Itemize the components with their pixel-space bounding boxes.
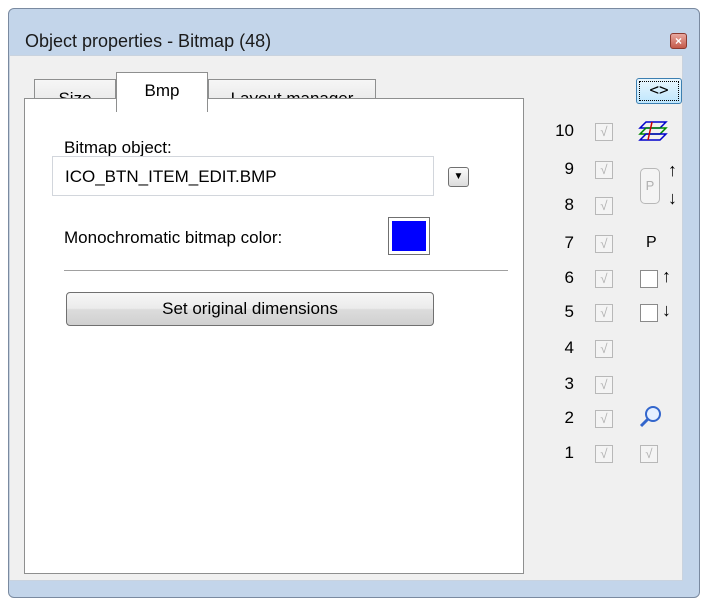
check-icon: √ bbox=[600, 271, 608, 286]
p-label: P bbox=[646, 234, 657, 251]
set-original-dimensions-button[interactable]: Set original dimensions bbox=[66, 292, 434, 326]
mono-color-label: Monochromatic bitmap color: bbox=[64, 228, 283, 247]
check-icon: √ bbox=[600, 124, 608, 139]
layer-number: 8 bbox=[564, 195, 574, 214]
window-title: Object properties - Bitmap (48) bbox=[25, 31, 272, 51]
bitmap-object-label: Bitmap object: bbox=[64, 138, 172, 157]
layer-checkbox[interactable]: √ bbox=[595, 161, 613, 179]
layer-checkbox[interactable]: √ bbox=[595, 270, 613, 288]
tab-bmp[interactable]: Bmp bbox=[116, 72, 208, 112]
focus-rect bbox=[639, 81, 679, 101]
close-button[interactable]: × bbox=[670, 33, 687, 49]
layer-checkbox[interactable]: √ bbox=[595, 376, 613, 394]
p-button-label: P bbox=[645, 178, 655, 193]
p-button[interactable]: P bbox=[640, 168, 660, 204]
chevron-down-icon: ▼ bbox=[453, 171, 464, 182]
layer-checkbox[interactable]: √ bbox=[595, 304, 613, 322]
bitmap-object-value: ICO_BTN_ITEM_EDIT.BMP bbox=[65, 167, 277, 186]
magnifier-icon[interactable] bbox=[638, 404, 664, 430]
check-icon: √ bbox=[645, 446, 653, 461]
up-arrow-icon[interactable]: ↑ bbox=[668, 160, 677, 181]
layer-checkbox[interactable]: √ bbox=[595, 445, 613, 463]
layer-number: 3 bbox=[564, 374, 574, 393]
check-icon: √ bbox=[600, 411, 608, 426]
check-icon: √ bbox=[600, 162, 608, 177]
layer-number: 4 bbox=[564, 338, 574, 357]
check-icon: √ bbox=[600, 198, 608, 213]
layer-checkbox[interactable]: √ bbox=[595, 340, 613, 358]
layers-icon[interactable] bbox=[638, 118, 668, 146]
bitmap-object-field[interactable]: ICO_BTN_ITEM_EDIT.BMP bbox=[52, 156, 434, 196]
move-up-checkbox[interactable] bbox=[640, 270, 658, 288]
down-arrow-icon: ↓ bbox=[662, 300, 671, 320]
layer-number: 10 bbox=[555, 121, 574, 140]
bitmap-dropdown-button[interactable]: ▼ bbox=[448, 167, 469, 187]
check-icon: √ bbox=[600, 305, 608, 320]
layer-checkbox[interactable]: √ bbox=[595, 410, 613, 428]
zoom-checkbox[interactable]: √ bbox=[640, 445, 658, 463]
layer-number: 7 bbox=[564, 233, 574, 252]
title-bar[interactable]: Object properties - Bitmap (48) × bbox=[9, 9, 699, 55]
layer-number: 2 bbox=[564, 408, 574, 427]
layer-checkbox[interactable]: √ bbox=[595, 123, 613, 141]
tab-bmp-label: Bmp bbox=[144, 81, 180, 100]
layer-number: 1 bbox=[564, 443, 574, 462]
layer-number: 6 bbox=[564, 268, 574, 287]
layer-checkbox[interactable]: √ bbox=[595, 235, 613, 253]
close-icon: × bbox=[674, 34, 682, 48]
check-icon: √ bbox=[600, 377, 608, 392]
check-icon: √ bbox=[600, 446, 608, 461]
down-arrow-icon[interactable]: ↓ bbox=[668, 188, 677, 209]
set-original-dimensions-label: Set original dimensions bbox=[162, 299, 338, 318]
up-arrow-icon: ↑ bbox=[662, 266, 671, 286]
swap-button[interactable]: <> bbox=[636, 78, 682, 104]
check-icon: √ bbox=[600, 341, 608, 356]
layer-checkbox[interactable]: √ bbox=[595, 197, 613, 215]
layer-number: 9 bbox=[564, 159, 574, 178]
check-icon: √ bbox=[600, 236, 608, 251]
layer-number: 5 bbox=[564, 302, 574, 321]
color-fill bbox=[392, 221, 426, 251]
mono-color-swatch[interactable] bbox=[388, 217, 430, 255]
divider bbox=[64, 270, 508, 271]
move-down-checkbox[interactable] bbox=[640, 304, 658, 322]
